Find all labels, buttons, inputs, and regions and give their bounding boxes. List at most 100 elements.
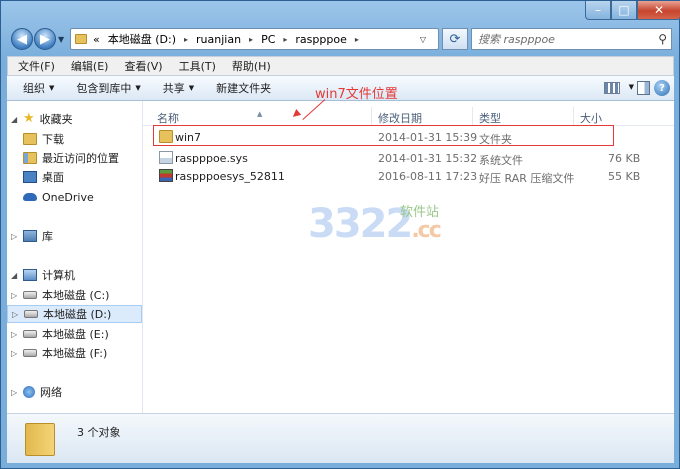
sidebar-item-recent[interactable]: 最近访问的位置 xyxy=(7,149,142,167)
folder-icon xyxy=(25,423,55,456)
sidebar-item-label: 收藏夹 xyxy=(39,113,73,126)
history-dropdown-icon[interactable]: ▼ xyxy=(58,35,64,44)
sidebar-item-label: 桌面 xyxy=(42,171,64,184)
include-in-library-button[interactable]: 包含到库中 ▼ xyxy=(76,80,140,96)
sidebar-item-label: OneDrive xyxy=(42,190,94,204)
sidebar-item-label: 网络 xyxy=(40,386,62,399)
address-overflow[interactable]: « xyxy=(93,33,100,46)
expand-icon[interactable]: ◢ xyxy=(11,271,21,280)
sidebar-item-desktop[interactable]: 桌面 xyxy=(7,168,142,186)
breadcrumb-separator[interactable]: ▸ xyxy=(184,35,188,44)
forward-arrow-icon: ▶ xyxy=(40,31,50,47)
new-folder-label: 新建文件夹 xyxy=(216,82,272,95)
menu-bar: 文件(F) 编辑(E) 查看(V) 工具(T) 帮助(H) xyxy=(7,56,674,76)
chevron-down-icon: ▼ xyxy=(135,84,141,92)
menu-edit[interactable]: 编辑(E) xyxy=(71,58,109,74)
sidebar-item-favorites[interactable]: ◢ ★ 收藏夹 xyxy=(7,110,142,128)
file-row-raspppoesys-archive[interactable]: raspppoesys_52811 2016-08-11 17:23 好压 RA… xyxy=(153,167,674,185)
drive-icon xyxy=(24,310,38,318)
search-input[interactable]: 搜索 raspppoe ⚲ xyxy=(471,28,672,50)
sidebar-item-label: 下载 xyxy=(42,133,64,146)
sidebar-item-label: 本地磁盘 (D:) xyxy=(43,308,112,321)
sidebar-item-label: 计算机 xyxy=(42,269,75,282)
expand-icon[interactable]: ▷ xyxy=(12,310,22,319)
share-label: 共享 xyxy=(162,82,185,95)
sidebar-item-drive-e[interactable]: ▷ 本地磁盘 (E:) xyxy=(7,325,142,343)
organize-button[interactable]: 组织 ▼ xyxy=(23,80,54,96)
menu-help[interactable]: 帮助(H) xyxy=(232,58,271,74)
search-icon[interactable]: ⚲ xyxy=(658,32,667,46)
breadcrumb-raspppoe[interactable]: raspppoe xyxy=(295,33,346,46)
breadcrumb-ruanjian[interactable]: ruanjian xyxy=(196,33,241,46)
file-name: raspppoe.sys xyxy=(175,152,248,165)
sidebar-item-drive-f[interactable]: ▷ 本地磁盘 (F:) xyxy=(7,344,142,362)
include-in-library-label: 包含到库中 xyxy=(76,82,132,95)
chevron-down-icon: ▼ xyxy=(188,84,195,92)
sidebar-item-drive-d[interactable]: ▷ 本地磁盘 (D:) xyxy=(7,305,142,323)
refresh-icon: ⟳ xyxy=(449,31,461,47)
file-size: 55 KB xyxy=(608,170,641,183)
address-bar[interactable]: « 本地磁盘 (D:) ▸ ruanjian ▸ PC ▸ raspppoe ▸… xyxy=(70,28,439,50)
sidebar-item-libraries[interactable]: ▷ 库 xyxy=(7,227,142,245)
expand-icon[interactable]: ▷ xyxy=(11,349,21,358)
close-button[interactable]: ✕ xyxy=(637,1,680,20)
sidebar-item-drive-c[interactable]: ▷ 本地磁盘 (C:) xyxy=(7,286,142,304)
address-dropdown-icon[interactable]: ▽ xyxy=(420,35,426,44)
sidebar-item-network[interactable]: ▷ 网络 xyxy=(7,383,142,401)
breadcrumb-drive-d[interactable]: 本地磁盘 (D:) xyxy=(108,31,176,47)
sidebar-item-label: 最近访问的位置 xyxy=(42,152,119,165)
sidebar-item-onedrive[interactable]: OneDrive xyxy=(7,188,142,206)
menu-file[interactable]: 文件(F) xyxy=(18,58,55,74)
watermark-tag: 软件站 xyxy=(400,205,440,220)
sidebar-item-downloads[interactable]: 下载 xyxy=(7,130,142,148)
refresh-button[interactable]: ⟳ xyxy=(442,28,468,50)
expand-icon[interactable]: ▷ xyxy=(11,291,21,300)
watermark-main: 3322 xyxy=(308,201,413,247)
preview-pane-icon[interactable] xyxy=(637,81,650,95)
share-button[interactable]: 共享 ▼ xyxy=(163,80,194,96)
expand-icon[interactable]: ▷ xyxy=(11,388,21,397)
breadcrumb-separator[interactable]: ▸ xyxy=(283,35,287,44)
network-icon xyxy=(23,386,35,398)
file-row-raspppoe-sys[interactable]: raspppoe.sys 2014-01-31 15:32 系统文件 76 KB xyxy=(153,149,674,167)
breadcrumb-pc[interactable]: PC xyxy=(261,33,275,46)
annotation-highlight-box xyxy=(153,125,614,146)
column-type[interactable]: 类型 xyxy=(479,110,501,126)
expand-icon[interactable]: ◢ xyxy=(11,115,21,124)
menu-tools[interactable]: 工具(T) xyxy=(179,58,216,74)
search-placeholder: 搜索 raspppoe xyxy=(478,33,555,46)
back-button[interactable]: ◀ xyxy=(11,28,33,50)
column-modified[interactable]: 修改日期 xyxy=(378,110,422,126)
minimize-button[interactable]: – xyxy=(585,1,611,20)
folder-icon xyxy=(75,34,87,44)
watermark-suffix: .cc xyxy=(411,218,441,243)
file-modified: 2016-08-11 17:23 xyxy=(378,170,478,183)
cloud-icon xyxy=(23,193,37,201)
expand-icon[interactable]: ▷ xyxy=(11,330,21,339)
breadcrumb-separator[interactable]: ▸ xyxy=(249,35,253,44)
maximize-button[interactable]: □ xyxy=(611,1,637,20)
window-controls: – □ ✕ xyxy=(585,1,680,21)
file-name: raspppoesys_52811 xyxy=(175,170,285,183)
sidebar-item-computer[interactable]: ◢ 计算机 xyxy=(7,266,142,284)
menu-view[interactable]: 查看(V) xyxy=(124,58,162,74)
sidebar-item-label: 本地磁盘 (F:) xyxy=(42,347,108,360)
drive-icon xyxy=(23,330,37,338)
new-folder-button[interactable]: 新建文件夹 xyxy=(216,80,271,96)
recent-places-icon xyxy=(23,152,37,164)
navigation-pane: ◢ ★ 收藏夹 下载 最近访问的位置 桌面 OneDrive ▷ 库 ◢ 计算机 ▷ 本地… xyxy=(7,101,143,413)
sidebar-item-label: 库 xyxy=(42,230,53,243)
expand-icon[interactable]: ▷ xyxy=(11,232,21,241)
drive-icon xyxy=(23,291,37,299)
desktop-icon xyxy=(23,171,37,183)
column-name[interactable]: 名称 xyxy=(157,110,179,126)
view-dropdown-icon[interactable]: ▼ xyxy=(629,83,634,91)
help-icon[interactable]: ? xyxy=(654,80,670,96)
column-header: ▲ 名称 修改日期 类型 大小 xyxy=(143,107,674,126)
forward-button[interactable]: ▶ xyxy=(34,28,56,50)
library-icon xyxy=(23,230,37,242)
rar-archive-icon xyxy=(159,169,173,182)
breadcrumb-separator[interactable]: ▸ xyxy=(355,35,359,44)
view-options-icon[interactable] xyxy=(604,82,620,94)
column-size[interactable]: 大小 xyxy=(580,110,602,126)
